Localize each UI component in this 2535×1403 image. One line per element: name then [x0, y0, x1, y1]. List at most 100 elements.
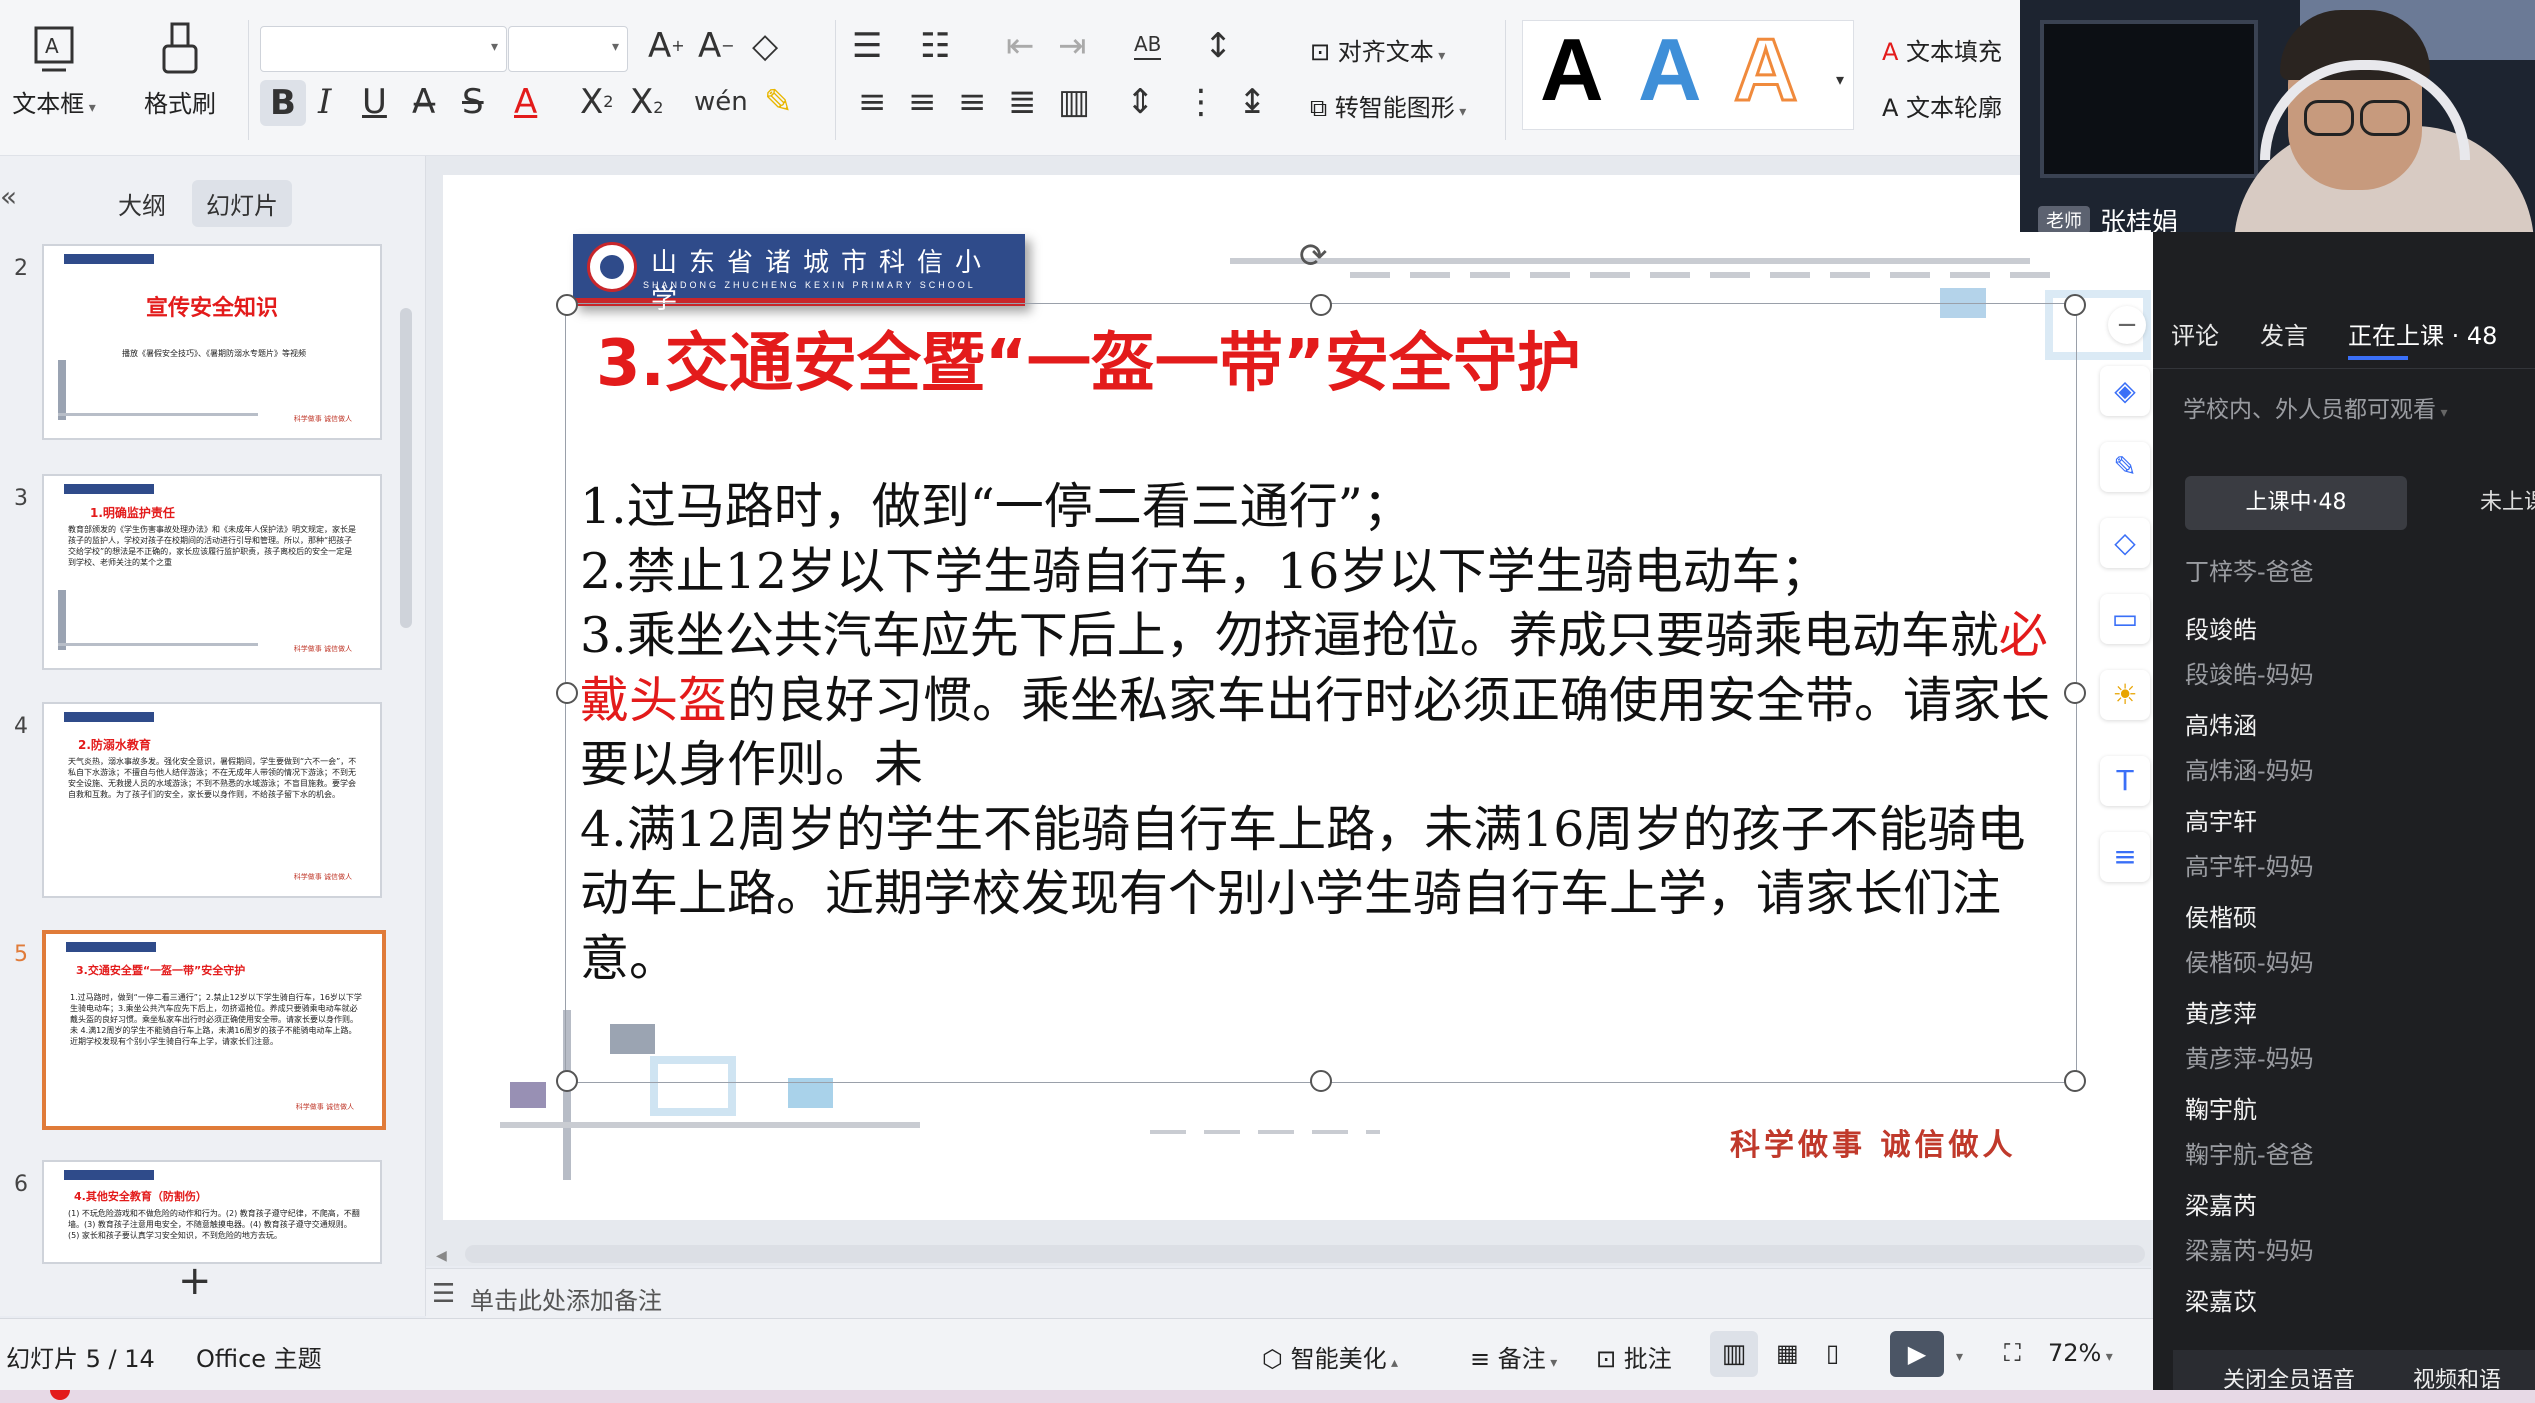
rotate-handle-icon[interactable]: ⟳: [1299, 236, 1328, 276]
subtab-absent[interactable]: 未上课: [2480, 476, 2535, 530]
fit-window-icon[interactable]: ⛶: [2004, 1339, 2021, 1367]
format-painter-button[interactable]: 格式刷: [130, 20, 230, 119]
font-family-select[interactable]: ▾: [260, 26, 507, 72]
align-center-icon[interactable]: ≡: [908, 82, 937, 122]
resize-handle[interactable]: [2064, 1070, 2086, 1092]
sort-icon[interactable]: ↕: [1204, 26, 1233, 66]
justify-icon[interactable]: ≣: [1008, 82, 1037, 122]
increase-indent-icon[interactable]: ⇥: [1058, 26, 1087, 66]
bold-icon[interactable]: B: [260, 80, 306, 126]
layers-icon[interactable]: ◈: [2100, 366, 2150, 416]
body-line-2: 2.禁止12岁以下学生骑自行车，16岁以下学生骑电动车；: [580, 542, 1830, 600]
slide-thumbnail-6[interactable]: 4.其他安全教育（防割伤） (1) 不玩危险游戏和不做危险的动作和行为。(2) …: [42, 1160, 382, 1264]
thumbnail-number: 3: [14, 486, 28, 511]
add-slide-icon[interactable]: +: [178, 1258, 212, 1304]
align-text-button[interactable]: ⊡ 对齐文本 ▾: [1310, 32, 1445, 67]
textbox-button[interactable]: A 文本框 ▾: [4, 20, 104, 119]
shape-fill-icon[interactable]: ◇: [2100, 518, 2150, 568]
distributed-icon[interactable]: ▥: [1058, 82, 1090, 122]
text-fill-button[interactable]: A 文本填充: [1882, 32, 2002, 67]
smart-shape-button[interactable]: ⧉ 转智能图形 ▾: [1310, 88, 1466, 123]
text-outline-button[interactable]: A 文本轮廓: [1882, 88, 2002, 123]
numbered-list-icon[interactable]: ☷: [920, 26, 950, 66]
align-left-icon[interactable]: ≡: [858, 82, 887, 122]
clear-format-icon[interactable]: ◇: [752, 26, 778, 66]
notes-pane[interactable]: ☰ 单击此处添加备注: [426, 1268, 2151, 1319]
slide-thumbnail-3[interactable]: 1.明确监护责任 教育部颁发的《学生伤害事故处理办法》和《未成年人保护法》明文规…: [42, 474, 382, 670]
tab-speak[interactable]: 发言: [2260, 316, 2308, 351]
zoom-level[interactable]: 72% ▾: [2048, 1339, 2113, 1367]
slide-thumbnail-5[interactable]: 3.交通安全暨“一盔一带”安全守护 1.过马路时，做到“一停二看三通行”；2.禁…: [42, 930, 386, 1130]
resize-handle[interactable]: [2064, 294, 2086, 316]
comment-button[interactable]: ⊡ 批注: [1596, 1339, 1672, 1374]
normal-view-icon[interactable]: ▥: [1710, 1331, 1758, 1377]
member-item: 侯楷硕 侯楷硕-妈妈: [2185, 904, 2314, 977]
subscript-icon[interactable]: X2: [630, 82, 663, 128]
align-right-icon[interactable]: ≡: [958, 82, 987, 122]
gallery-more-icon[interactable]: ▾: [1836, 60, 1844, 100]
collapse-pane-icon[interactable]: «: [0, 180, 17, 213]
strike-through-a-icon[interactable]: A̶: [412, 82, 435, 122]
text-direction-icon[interactable]: AB: [1134, 30, 1162, 60]
superscript-icon[interactable]: X2: [580, 82, 613, 122]
comment-icon: ⊡: [1596, 1345, 1624, 1373]
mute-all-button[interactable]: 关闭全员语音: [2223, 1362, 2355, 1394]
highlight-icon[interactable]: ✎: [764, 82, 793, 122]
text-style-black[interactable]: A: [1540, 20, 1604, 120]
horizontal-scrollbar[interactable]: [465, 1245, 2145, 1263]
strikethrough-icon[interactable]: S: [462, 82, 484, 122]
phonetic-icon[interactable]: wén: [694, 82, 748, 122]
text-style-blue[interactable]: A: [1638, 20, 1702, 120]
underline-icon[interactable]: U: [362, 82, 387, 122]
tab-in-class[interactable]: 正在上课 · 48: [2348, 316, 2497, 351]
shape-outline-icon[interactable]: ▭: [2100, 594, 2150, 644]
slide-thumbnail-2[interactable]: 宣传安全知识 播放《暑假安全技巧》、《暑期防溺水专题片》等视频 科学做事 诚信做…: [42, 244, 382, 440]
tab-slides[interactable]: 幻灯片: [192, 180, 292, 227]
resize-handle[interactable]: [556, 294, 578, 316]
reading-view-icon[interactable]: ▯: [1826, 1339, 1839, 1367]
resize-handle[interactable]: [556, 1070, 578, 1092]
theme-name[interactable]: Office 主题: [196, 1339, 322, 1374]
bullet-list-icon[interactable]: ☰: [852, 26, 882, 66]
scroll-left-icon[interactable]: ◀: [436, 1248, 447, 1264]
member-item: 鞠宇航 鞠宇航-爸爸: [2185, 1096, 2314, 1169]
idea-icon[interactable]: ☀: [2100, 670, 2150, 720]
teacher-name: 张桂娟: [2100, 208, 2179, 232]
paragraph-spacing-icon[interactable]: ⋮: [1184, 82, 1218, 122]
align-text-icon: ⊡: [1310, 38, 1338, 66]
resize-handle[interactable]: [1310, 1070, 1332, 1092]
thumbnail-scrollbar[interactable]: [400, 308, 412, 628]
slide-body-text[interactable]: 1.过马路时，做到“一停二看三通行”； 2.禁止12岁以下学生骑自行车，16岁以…: [580, 475, 2060, 991]
play-slideshow-icon[interactable]: ▶: [1890, 1331, 1944, 1377]
subtab-in-class[interactable]: 上课中·48: [2185, 476, 2407, 530]
decrease-indent-icon[interactable]: ⇤: [1006, 26, 1035, 66]
resize-handle[interactable]: [1310, 294, 1332, 316]
tab-comments[interactable]: 评论: [2171, 316, 2219, 351]
decrease-font-icon[interactable]: A−: [698, 26, 735, 66]
tab-outline[interactable]: 大纲: [104, 180, 180, 227]
increase-font-icon[interactable]: A+: [648, 26, 685, 66]
spacing-dropdown-icon[interactable]: ↨: [1238, 82, 1267, 122]
notes-button[interactable]: ≡ 备注 ▾: [1470, 1339, 1557, 1374]
slide-thumbnail-4[interactable]: 2.防溺水教育 天气炎热，溺水事故多发。强化安全意识，暑假期间，学生要做到“六不…: [42, 702, 382, 898]
sorter-view-icon[interactable]: ▦: [1776, 1339, 1799, 1367]
collapse-tools-icon[interactable]: −: [2108, 306, 2146, 344]
beautify-button[interactable]: ⬡ 智能美化 ▴: [1262, 1339, 1398, 1374]
slideshow-dropdown-icon[interactable]: ▾: [1956, 1339, 1963, 1367]
teacher-video[interactable]: 老师 张桂娟: [2020, 0, 2535, 232]
text-format-icon[interactable]: ≡: [2100, 832, 2150, 882]
live-class-panel: 评论 发言 正在上课 · 48 学校内、外人员都可观看 ▾ 上课中·48 未上课…: [2153, 232, 2535, 1393]
text-frame-icon[interactable]: T: [2100, 756, 2150, 806]
font-size-select[interactable]: ▾: [508, 26, 628, 72]
video-audio-button[interactable]: 视频和语: [2413, 1362, 2501, 1394]
resize-handle[interactable]: [2064, 682, 2086, 704]
line-spacing-icon[interactable]: ⇕: [1126, 82, 1155, 122]
resize-handle[interactable]: [556, 682, 578, 704]
font-color-icon[interactable]: A: [514, 82, 537, 122]
thumbnail-number: 6: [14, 1172, 28, 1197]
pen-icon[interactable]: ✎: [2100, 442, 2150, 492]
school-motto: 科学做事 诚信做人: [1730, 1128, 2017, 1163]
visibility-select[interactable]: 学校内、外人员都可观看 ▾: [2183, 390, 2447, 424]
italic-icon[interactable]: I: [318, 82, 331, 122]
text-style-orange-outline[interactable]: A: [1733, 19, 1800, 121]
